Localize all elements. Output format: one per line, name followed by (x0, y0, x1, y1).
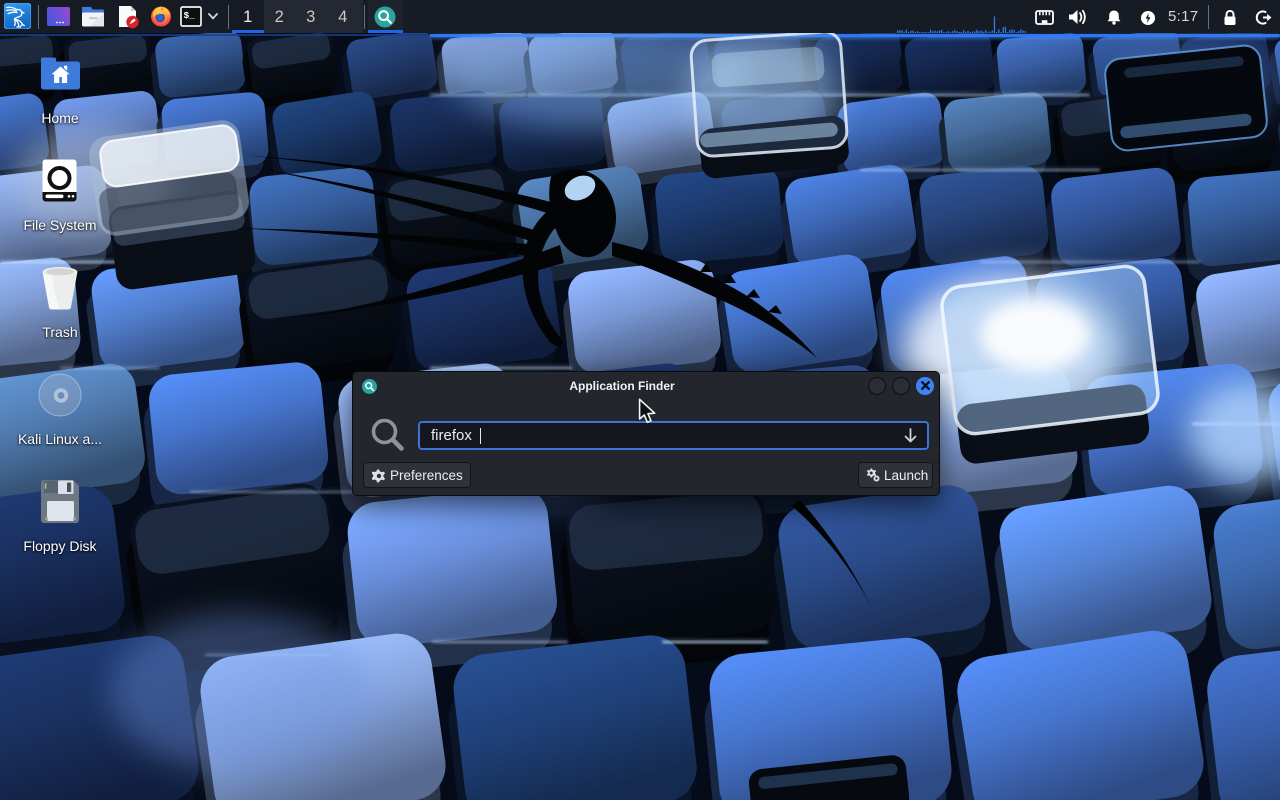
svg-text:$_: $_ (184, 10, 196, 21)
